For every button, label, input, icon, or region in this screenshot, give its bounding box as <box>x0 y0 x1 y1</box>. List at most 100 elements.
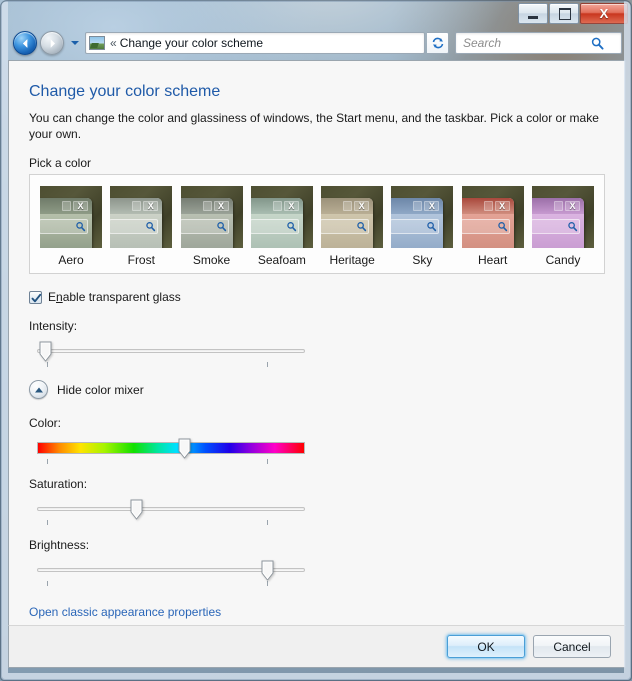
recent-pages-button[interactable] <box>69 32 80 54</box>
mini-window-controls: X <box>413 201 440 211</box>
mini-window-preview: X <box>531 198 584 248</box>
swatch-thumbnail: X <box>391 186 454 248</box>
refresh-button[interactable] <box>427 32 449 54</box>
saturation-slider-group: Saturation: <box>29 477 605 526</box>
intensity-track[interactable] <box>37 349 305 353</box>
brightness-slider-thumb[interactable] <box>261 560 274 581</box>
mini-search-icon <box>356 221 367 235</box>
mini-minimize-icon <box>272 201 282 211</box>
mini-search-icon <box>567 221 578 235</box>
minimize-button[interactable] <box>518 3 548 24</box>
intensity-slider-thumb[interactable] <box>39 341 52 362</box>
mini-window-controls: X <box>483 201 510 211</box>
breadcrumb[interactable]: Change your color scheme <box>120 36 406 50</box>
mini-close-icon: X <box>143 201 159 211</box>
mini-minimize-icon <box>483 201 493 211</box>
color-slider-group: Color: <box>29 416 605 465</box>
swatch-label: Heart <box>478 253 508 267</box>
close-icon: X <box>599 6 609 21</box>
enable-transparent-glass-row[interactable]: Enable transparent glass <box>29 290 605 304</box>
tick-mark <box>47 362 48 367</box>
search-box[interactable]: Search <box>455 32 622 54</box>
enable-transparent-glass-checkbox[interactable] <box>29 290 42 304</box>
swatch-thumbnail: X <box>110 186 173 248</box>
color-swatch-sky[interactable]: X Sky <box>391 186 454 267</box>
color-slider[interactable] <box>37 437 307 465</box>
maximize-button[interactable] <box>549 3 579 24</box>
back-button[interactable] <box>13 31 37 55</box>
forward-button[interactable] <box>40 31 64 55</box>
address-toolbar: « Change your color scheme Search <box>8 27 626 59</box>
mini-window-body <box>461 214 514 248</box>
mini-search-icon <box>145 221 156 235</box>
mini-search-icon <box>497 221 508 235</box>
mini-window-body <box>391 214 444 248</box>
color-swatch-smoke[interactable]: X Smoke <box>180 186 243 267</box>
mini-window-body <box>321 214 374 248</box>
mini-window-preview: X <box>461 198 514 248</box>
swatch-label: Aero <box>58 253 84 267</box>
color-swatch-heart[interactable]: X Heart <box>461 186 524 267</box>
mini-search-icon <box>75 221 86 235</box>
swatch-thumbnail: X <box>40 186 102 248</box>
hide-color-mixer-label: Hide color mixer <box>57 382 144 397</box>
mini-search-icon <box>286 221 297 235</box>
swatch-label: Smoke <box>192 253 231 267</box>
color-swatch-aero[interactable]: X Aero <box>40 186 102 267</box>
mini-title-bar: X <box>40 198 92 214</box>
search-icon <box>591 37 604 50</box>
label-prefix: E <box>48 290 57 304</box>
swatch-label: Sky <box>412 253 433 267</box>
color-track[interactable] <box>37 442 305 454</box>
swatch-thumbnail: X <box>250 186 313 248</box>
color-swatch-candy[interactable]: X Candy <box>531 186 594 267</box>
mini-window-controls: X <box>202 201 229 211</box>
open-classic-appearance-link[interactable]: Open classic appearance properties <box>29 605 221 619</box>
mini-close-icon: X <box>424 201 440 211</box>
page-title: Change your color scheme <box>29 83 221 100</box>
cancel-button[interactable]: Cancel <box>533 635 611 658</box>
brightness-label: Brightness: <box>29 538 90 552</box>
mini-title-bar: X <box>180 198 233 214</box>
tick-mark <box>267 581 268 586</box>
saturation-label: Saturation: <box>29 477 88 491</box>
tick-mark <box>47 459 48 464</box>
chevron-up-icon <box>29 380 48 399</box>
color-swatch-frost[interactable]: X Frost <box>110 186 173 267</box>
brightness-slider[interactable] <box>37 559 307 587</box>
swatch-thumbnail: X <box>531 186 594 248</box>
mini-window-body <box>180 214 233 248</box>
ok-button[interactable]: OK <box>447 635 525 658</box>
back-arrow-icon <box>14 32 36 54</box>
mini-title-bar: X <box>391 198 444 214</box>
color-slider-thumb[interactable] <box>178 438 191 459</box>
swatch-thumbnail: X <box>321 186 384 248</box>
mini-close-icon: X <box>564 201 580 211</box>
tick-mark <box>267 362 268 367</box>
saturation-slider-thumb[interactable] <box>130 499 143 520</box>
search-input[interactable]: Search <box>463 36 590 50</box>
color-swatch-heritage[interactable]: X Heritage <box>321 186 384 267</box>
minimize-icon <box>528 16 538 19</box>
mini-window-preview: X <box>40 198 92 248</box>
mini-window-preview: X <box>250 198 303 248</box>
pick-a-color-label: Pick a color <box>29 156 92 170</box>
address-bar[interactable]: « Change your color scheme <box>85 32 425 54</box>
mini-window-preview: X <box>110 198 163 248</box>
color-label: Color: <box>29 416 62 430</box>
mini-minimize-icon <box>553 201 563 211</box>
mini-close-icon: X <box>354 201 370 211</box>
mini-minimize-icon <box>413 201 423 211</box>
command-bar: OK Cancel <box>8 625 626 668</box>
color-swatch-seafoam[interactable]: X Seafoam <box>250 186 313 267</box>
address-dropdown-button[interactable] <box>406 33 424 53</box>
saturation-slider[interactable] <box>37 498 307 526</box>
chevron-down-icon <box>70 41 79 45</box>
intensity-slider[interactable] <box>37 340 307 368</box>
intensity-label: Intensity: <box>29 319 78 333</box>
swatch-label: Seafoam <box>257 253 306 267</box>
close-button[interactable]: X <box>580 3 628 24</box>
mini-minimize-icon <box>343 201 353 211</box>
saturation-track[interactable] <box>37 507 305 511</box>
hide-color-mixer-button[interactable]: Hide color mixer <box>29 380 605 399</box>
